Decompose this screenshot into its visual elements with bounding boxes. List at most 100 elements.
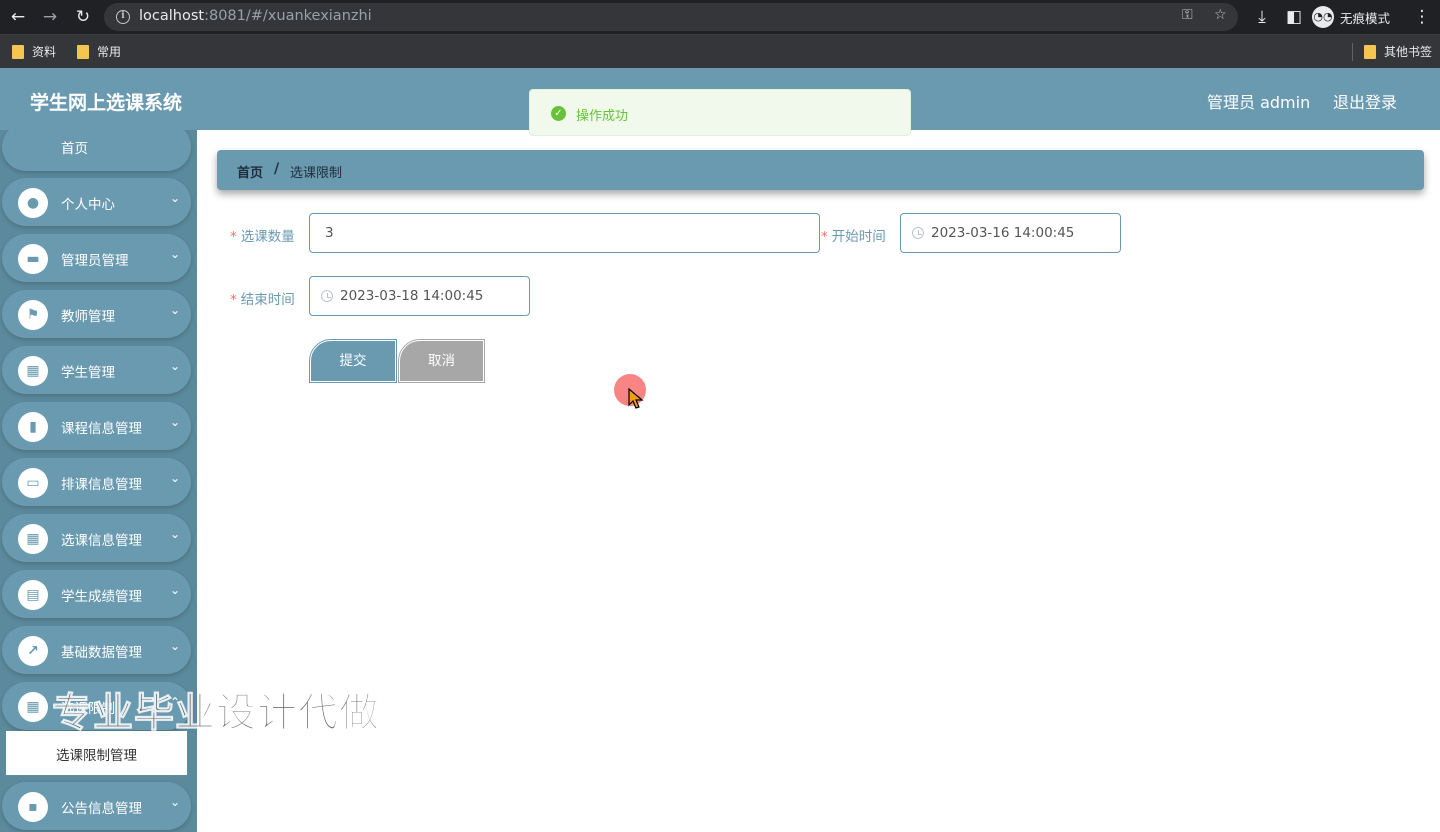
sidebar-item-announcements[interactable]: ▪ 公告信息管理 ⌄ bbox=[2, 782, 191, 830]
chevron-down-icon: ⌄ bbox=[170, 471, 181, 485]
clipboard-icon: ▤ bbox=[18, 580, 48, 610]
sidebar-item-label: 管理员管理 bbox=[61, 253, 129, 269]
course-count-value: 3 bbox=[325, 225, 334, 241]
required-mark: * bbox=[821, 229, 828, 245]
sidebar-item-home[interactable]: 首页 bbox=[2, 130, 191, 171]
chevron-down-icon: ⌄ bbox=[170, 415, 181, 429]
breadcrumb-home[interactable]: 首页 bbox=[237, 162, 263, 181]
bookmark-folder[interactable]: 资料 bbox=[12, 43, 56, 60]
bookmark-label: 常用 bbox=[97, 45, 122, 59]
required-mark: * bbox=[230, 229, 237, 245]
grid-icon: ▦ bbox=[18, 692, 48, 722]
course-count-input[interactable]: 3 bbox=[309, 213, 820, 253]
logout-button[interactable]: 退出登录 bbox=[1333, 89, 1397, 113]
sidebar-item-label: 学生管理 bbox=[61, 365, 115, 381]
sidebar-subitem-label: 选课限制管理 bbox=[56, 748, 137, 764]
breadcrumb-current: 选课限制 bbox=[290, 166, 343, 181]
other-bookmarks[interactable]: 其他书签 bbox=[1364, 43, 1432, 60]
clock-icon bbox=[321, 290, 333, 302]
side-panel-icon[interactable]: ◧ bbox=[1283, 6, 1305, 28]
sidebar-item-grades[interactable]: ▤ 学生成绩管理 ⌄ bbox=[2, 570, 191, 618]
menu-icon[interactable]: ⋮ bbox=[1411, 6, 1433, 28]
sidebar-item-label: 公告信息管理 bbox=[61, 801, 142, 817]
chevron-down-icon: ⌄ bbox=[170, 527, 181, 541]
sidebar-item-selection[interactable]: ▦ 选课信息管理 ⌄ bbox=[2, 514, 191, 562]
sidebar-item-label: 学生成绩管理 bbox=[61, 589, 142, 605]
key-icon[interactable]: ⚿ bbox=[1182, 7, 1193, 23]
incognito-icon: ◔◔ bbox=[1312, 6, 1334, 28]
sidebar-item-personal[interactable]: ● 个人中心 ⌄ bbox=[2, 178, 191, 226]
chevron-down-icon: ⌄ bbox=[170, 795, 181, 809]
url-text: localhost:8081/#/xuankexianzhi bbox=[139, 8, 372, 24]
sidebar-item-label: 首页 bbox=[61, 141, 88, 157]
folder-icon bbox=[1364, 44, 1376, 59]
url-host: localhost bbox=[139, 8, 205, 24]
grid-icon: ▦ bbox=[18, 356, 48, 386]
incognito-badge[interactable]: ◔◔ 无痕模式 bbox=[1312, 5, 1390, 29]
star-icon[interactable]: ☆ bbox=[1214, 7, 1227, 23]
sidebar-item-label: 排课信息管理 bbox=[61, 477, 142, 493]
bookmark-folder[interactable]: 常用 bbox=[77, 43, 121, 60]
end-time-label: * 结束时间 bbox=[230, 288, 295, 308]
sidebar-item-teachers[interactable]: ⚑ 教师管理 ⌄ bbox=[2, 290, 191, 338]
start-time-picker[interactable]: 2023-03-16 14:00:45 bbox=[900, 213, 1121, 253]
other-bookmarks-label: 其他书签 bbox=[1384, 45, 1433, 59]
clock-icon bbox=[912, 227, 924, 239]
sidebar-item-label: 教师管理 bbox=[61, 309, 115, 325]
folder-icon bbox=[77, 44, 89, 59]
chevron-down-icon: ⌄ bbox=[170, 303, 181, 317]
count-label-text: 选课数量 bbox=[240, 229, 295, 245]
cancel-button[interactable]: 取消 bbox=[398, 339, 485, 383]
sidebar-item-students[interactable]: ▦ 学生管理 ⌄ bbox=[2, 346, 191, 394]
end-time-picker[interactable]: 2023-03-18 14:00:45 bbox=[309, 276, 530, 316]
sidebar-item-schedule[interactable]: ▭ 排课信息管理 ⌄ bbox=[2, 458, 191, 506]
sidebar-item-label: 基础数据管理 bbox=[61, 645, 142, 661]
chevron-down-icon: ⌄ bbox=[170, 583, 181, 597]
user-icon: ● bbox=[18, 188, 48, 218]
book-icon: ▮ bbox=[18, 412, 48, 442]
success-toast: ✓ 操作成功 bbox=[529, 89, 911, 136]
folder-icon bbox=[12, 44, 24, 59]
chat-icon: ▪ bbox=[18, 792, 48, 822]
end-time-label-text: 结束时间 bbox=[240, 292, 295, 308]
sidebar-item-courses[interactable]: ▮ 课程信息管理 ⌄ bbox=[2, 402, 191, 450]
app-title: 学生网上选课系统 bbox=[30, 92, 183, 114]
sidebar-item-basic-data[interactable]: ↗ 基础数据管理 ⌄ bbox=[2, 626, 191, 674]
submit-button[interactable]: 提交 bbox=[309, 339, 397, 383]
forward-icon[interactable]: → bbox=[39, 6, 61, 28]
admin-user-label: 管理员 admin bbox=[1207, 93, 1311, 112]
chevron-down-icon: ⌄ bbox=[170, 639, 181, 653]
count-label: * 选课数量 bbox=[230, 225, 295, 245]
mouse-cursor-icon bbox=[628, 388, 644, 409]
chevron-down-icon: ⌄ bbox=[170, 359, 181, 373]
bookmark-separator bbox=[1352, 43, 1353, 61]
success-check-icon: ✓ bbox=[551, 106, 566, 121]
bookmark-label: 资料 bbox=[32, 45, 57, 59]
bookmarks-bar: 资料 常用 其他书签 bbox=[0, 34, 1440, 68]
address-bar[interactable]: i localhost:8081/#/xuankexianzhi ⚿ ☆ bbox=[104, 3, 1238, 31]
briefcase-icon: ▬ bbox=[18, 244, 48, 274]
url-path: :8081/#/xuankexianzhi bbox=[204, 8, 372, 24]
toast-message: 操作成功 bbox=[576, 109, 629, 124]
breadcrumb: 首页 / 选课限制 bbox=[217, 150, 1424, 190]
end-time-value: 2023-03-18 14:00:45 bbox=[340, 288, 484, 304]
start-time-value: 2023-03-16 14:00:45 bbox=[931, 225, 1075, 241]
watermark-text: 专业毕业设计代做 bbox=[52, 690, 380, 737]
chart-icon: ↗ bbox=[18, 636, 48, 666]
monitor-icon: ▭ bbox=[18, 468, 48, 498]
browser-toolbar: ← → ↻ i localhost:8081/#/xuankexianzhi ⚿… bbox=[0, 0, 1440, 34]
flag-icon: ⚑ bbox=[18, 300, 48, 330]
sidebar-item-admins[interactable]: ▬ 管理员管理 ⌄ bbox=[2, 234, 191, 282]
back-icon[interactable]: ← bbox=[7, 6, 29, 28]
reload-icon[interactable]: ↻ bbox=[72, 6, 94, 28]
sidebar-item-label: 课程信息管理 bbox=[61, 421, 142, 437]
site-info-icon[interactable]: i bbox=[116, 10, 130, 24]
download-icon[interactable]: ⤓ bbox=[1251, 6, 1273, 28]
grid-icon: ▦ bbox=[18, 524, 48, 554]
start-time-label-text: 开始时间 bbox=[831, 229, 886, 245]
sidebar-item-label: 个人中心 bbox=[61, 197, 115, 213]
incognito-label: 无痕模式 bbox=[1340, 10, 1391, 26]
chevron-down-icon: ⌄ bbox=[170, 191, 181, 205]
breadcrumb-separator: / bbox=[274, 161, 280, 177]
sidebar-item-label: 选课信息管理 bbox=[61, 533, 142, 549]
